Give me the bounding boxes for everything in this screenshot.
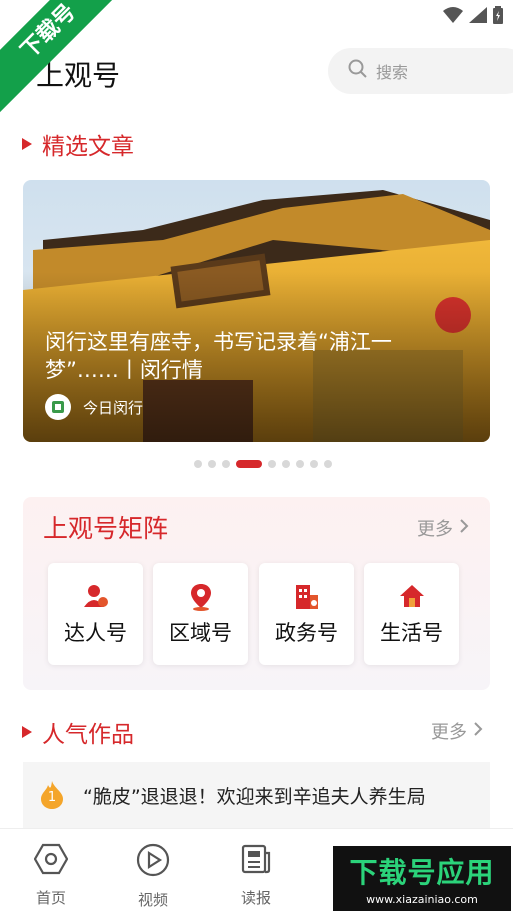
carousel-indicator[interactable]: [194, 460, 332, 468]
featured-section-title: 精选文章: [42, 134, 134, 160]
chevron-right-icon: [473, 721, 483, 742]
battery-icon: [493, 6, 503, 28]
carousel-dot[interactable]: [310, 460, 318, 468]
matrix-item-label: 达人号: [64, 621, 127, 645]
popular-section-title: 人气作品: [42, 722, 134, 748]
carousel-dot[interactable]: [296, 460, 304, 468]
source-logo-icon: [45, 394, 71, 420]
section-marker-icon: [22, 726, 32, 738]
building-icon: [294, 583, 320, 611]
matrix-title: 上观号矩阵: [43, 514, 169, 543]
house-icon: [398, 583, 426, 611]
popular-section-header: 人气作品: [22, 715, 134, 749]
wifi-icon: [443, 7, 463, 27]
matrix-panel: 上观号矩阵 更多 达人号 区域号 政务号 生活号: [23, 497, 490, 690]
tab-label: 读报: [240, 889, 271, 907]
article-source: 今日闵行: [45, 394, 143, 420]
status-bar: [443, 6, 503, 28]
matrix-item-region[interactable]: 区域号: [153, 563, 248, 665]
source-name: 今日闵行: [83, 398, 144, 417]
featured-section-header: 精选文章: [22, 127, 134, 161]
featured-article-title: 闵行这里有座寺，书写记录着“浦江一梦”……丨闵行情: [45, 330, 392, 382]
carousel-dot[interactable]: [324, 460, 332, 468]
search-icon: [348, 59, 368, 83]
carousel-dot[interactable]: [282, 460, 290, 468]
tab-video[interactable]: 视频: [118, 843, 188, 910]
watermark-brand: 下载号应用 www.xiazainiao.com: [333, 846, 511, 911]
carousel-dot[interactable]: [222, 460, 230, 468]
watermark-url: www.xiazainiao.com: [366, 893, 478, 906]
signal-icon: [469, 7, 487, 27]
more-label: 更多: [417, 519, 453, 540]
matrix-item-label: 政务号: [275, 621, 338, 645]
location-pin-icon: [189, 583, 213, 611]
search-placeholder: 搜索: [376, 63, 409, 82]
app-screen: 下载号 上观号 搜索 精选文章 闵行这里有座寺，书写记录着“浦江一梦”……丨闵行…: [0, 0, 513, 913]
person-icon: [83, 583, 109, 611]
matrix-more-link[interactable]: 更多: [417, 515, 469, 541]
rank-number: 1: [47, 790, 57, 805]
popular-list-item[interactable]: 1 “脆皮”退退退！欢迎来到辛追夫人养生局: [23, 762, 490, 828]
tab-label: 视频: [137, 891, 168, 909]
tab-label: 首页: [35, 889, 66, 907]
carousel-dot[interactable]: [208, 460, 216, 468]
video-play-icon: [136, 843, 170, 881]
section-marker-icon: [22, 138, 32, 150]
matrix-item-government[interactable]: 政务号: [259, 563, 354, 665]
matrix-item-life[interactable]: 生活号: [364, 563, 459, 665]
popular-more-link[interactable]: 更多: [431, 718, 483, 744]
matrix-item-talent[interactable]: 达人号: [48, 563, 143, 665]
carousel-dot[interactable]: [194, 460, 202, 468]
more-label: 更多: [431, 722, 467, 743]
search-input[interactable]: 搜索: [328, 48, 513, 94]
matrix-item-label: 生活号: [380, 621, 443, 645]
top-header: 上观号 搜索: [0, 44, 513, 100]
popular-item-title: “脆皮”退退退！欢迎来到辛追夫人养生局: [83, 785, 426, 808]
matrix-item-label: 区域号: [169, 621, 232, 645]
newspaper-icon: [240, 843, 272, 879]
tab-newspaper[interactable]: 读报: [221, 843, 291, 908]
chevron-right-icon: [459, 518, 469, 539]
tab-home[interactable]: 首页: [16, 843, 86, 908]
rank-flame-icon: 1: [39, 780, 65, 810]
carousel-dot[interactable]: [268, 460, 276, 468]
watermark-brand-text: 下载号应用: [349, 856, 495, 889]
featured-article-card[interactable]: 闵行这里有座寺，书写记录着“浦江一梦”……丨闵行情 今日闵行: [23, 180, 490, 442]
carousel-dot-active[interactable]: [236, 460, 262, 468]
home-hexagon-icon: [33, 843, 69, 879]
